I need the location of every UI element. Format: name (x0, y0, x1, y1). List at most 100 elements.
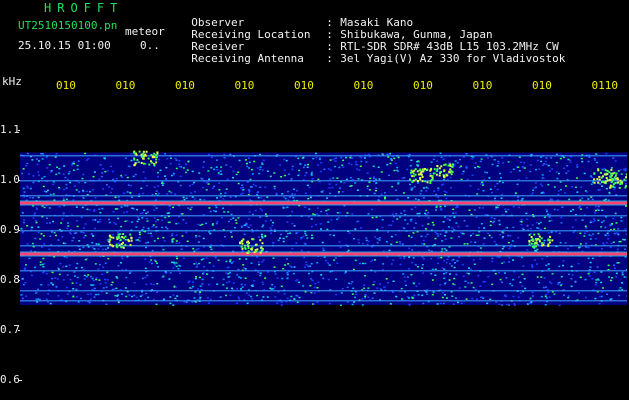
echo-speck (599, 171, 602, 174)
x-tick-label: 010 (413, 79, 433, 92)
echo-speck (145, 150, 148, 153)
echo-speck (108, 238, 111, 241)
echo-speck (617, 181, 619, 184)
x-tick-label: 010 (234, 79, 255, 92)
echo-speck (138, 150, 141, 153)
echo-speck (148, 163, 151, 166)
echo-speck (414, 173, 417, 176)
echo-speck (261, 249, 264, 252)
spectrogram-plot (20, 100, 627, 370)
echo-speck (551, 239, 554, 242)
echo-speck (431, 175, 434, 178)
echo-speck (120, 246, 123, 249)
echo-speck (625, 176, 627, 179)
y-axis-unit: kHz (2, 75, 22, 88)
echo-speck (533, 233, 536, 236)
echo-speck (260, 246, 263, 249)
echo-speck (528, 233, 531, 236)
echo-speck (446, 174, 449, 177)
echo-speck (155, 161, 158, 164)
echo-speck (614, 182, 617, 184)
echo-speck (142, 162, 145, 165)
echo-speck (411, 181, 414, 183)
echo-speck (261, 242, 264, 245)
echo-speck (118, 233, 121, 236)
echo-speck (604, 169, 607, 172)
echo-speck (433, 168, 436, 171)
echo-speck (153, 164, 156, 167)
info-value: 3el Yagi(V) Az 330 for Vladivostok (340, 52, 566, 65)
y-tick-label: 0.6 (0, 373, 20, 386)
carrier-line (20, 252, 627, 256)
echo-speck (447, 164, 450, 167)
band-line (20, 195, 627, 197)
echo-speck (244, 247, 247, 250)
echo-speck (240, 245, 243, 248)
echo-speck (528, 243, 531, 246)
x-tick-label: 010 (175, 79, 195, 92)
band-line (20, 180, 627, 182)
echo-speck (614, 174, 617, 177)
echo-speck (414, 168, 417, 171)
echo-speck (613, 176, 616, 179)
echo-speck (600, 176, 603, 179)
echo-speck (416, 170, 419, 173)
echo-speck (241, 242, 244, 245)
echo-speck (239, 242, 242, 245)
echo-speck (240, 239, 243, 242)
echo-speck (444, 163, 447, 166)
echo-speck (538, 235, 541, 238)
echo-speck (530, 236, 533, 238)
echo-speck (153, 152, 156, 155)
info-key: Receiving Antenna (191, 52, 304, 65)
echo-speck (611, 178, 614, 180)
echo-speck (549, 235, 551, 238)
echo-speck (598, 178, 601, 181)
echo-speck (548, 241, 551, 244)
echo-speck (438, 174, 441, 177)
echo-speck (532, 239, 535, 242)
band-line (20, 230, 627, 232)
echo-speck (619, 183, 622, 186)
echo-speck (142, 150, 145, 153)
echo-speck (256, 248, 259, 251)
echo-speck (241, 247, 244, 250)
carrier-line (20, 201, 627, 205)
y-tick-label: 0.7 (0, 323, 20, 336)
echo-speck (253, 251, 256, 254)
echo-speck (246, 251, 249, 254)
info-sep: : (326, 52, 333, 65)
echo-speck (115, 243, 118, 246)
echo-speck (449, 164, 452, 167)
echo-speck (610, 168, 613, 171)
echo-speck (140, 162, 143, 164)
echo-speck (535, 239, 538, 242)
echo-speck (602, 181, 604, 183)
x-tick-label: 010 (56, 79, 76, 92)
y-tick-mark (18, 380, 22, 381)
echo-speck (547, 243, 550, 246)
echo-speck (421, 180, 424, 183)
echo-speck (112, 236, 115, 239)
echo-speck (610, 173, 613, 176)
hrofft-brand: HROFFT (44, 1, 124, 15)
echo-speck (153, 156, 156, 159)
echo-speck (418, 169, 421, 172)
echo-speck (144, 153, 147, 156)
echo-speck (452, 163, 454, 166)
x-tick-label: 0110 (591, 79, 619, 92)
echo-speck (603, 181, 606, 184)
timestamp: 25.10.15 01:00 (18, 39, 111, 52)
echo-speck (593, 181, 596, 184)
echo-speck (130, 239, 133, 242)
echo-speck (255, 243, 257, 246)
echo-speck (436, 169, 439, 172)
echo-speck (439, 171, 442, 174)
echo-speck (252, 238, 255, 241)
y-tick-label: 1.1 (0, 123, 20, 136)
echo-speck (593, 178, 596, 181)
echo-speck (608, 171, 611, 174)
x-tick-label: 010 (115, 79, 136, 92)
echo-speck (109, 243, 112, 246)
echo-speck (429, 180, 432, 183)
